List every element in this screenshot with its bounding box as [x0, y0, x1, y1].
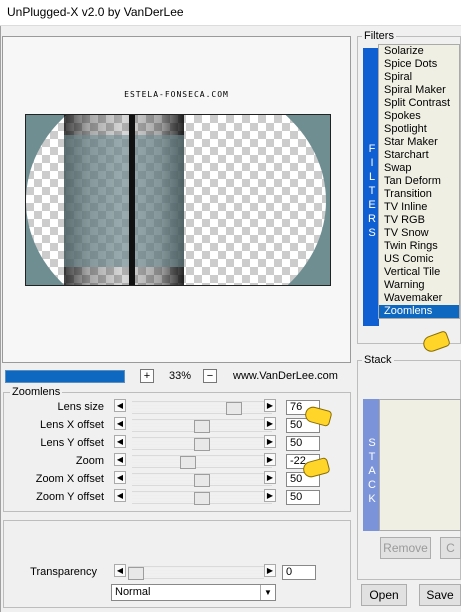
zoom-value: 33%: [169, 370, 192, 382]
filters-side-bar: FILTERS: [363, 48, 379, 326]
param-value[interactable]: 50: [286, 490, 320, 505]
c-button[interactable]: C: [440, 537, 461, 559]
filter-list-item[interactable]: TV Inline: [379, 201, 459, 214]
transparency-track[interactable]: [128, 566, 264, 580]
zoom-band-teal: [64, 135, 184, 267]
slider-right-arrow[interactable]: ▶: [264, 489, 276, 502]
params-group-title: Zoomlens: [10, 386, 63, 398]
filters-list[interactable]: Solarize Spice Dots Spiral Spiral Maker Spli…: [378, 44, 460, 319]
filter-list-item[interactable]: Spotlight: [379, 123, 459, 136]
slider-right-arrow[interactable]: ▶: [264, 453, 276, 466]
param-slider-track[interactable]: [132, 473, 272, 487]
slider-right-arrow[interactable]: ▶: [264, 417, 276, 430]
stack-list[interactable]: [379, 399, 461, 531]
param-row: Lens X offset ◀ ▶ 50: [4, 417, 344, 434]
filter-list-item[interactable]: Wavemaker: [379, 292, 459, 305]
slider-left-arrow[interactable]: ◀: [114, 489, 126, 502]
param-row: Lens Y offset ◀ ▶ 50: [4, 435, 344, 452]
site-link[interactable]: www.VanDerLee.com: [233, 370, 338, 382]
slider-left-arrow[interactable]: ◀: [114, 453, 126, 466]
filters-group-title: Filters: [362, 30, 396, 42]
param-slider-thumb[interactable]: [194, 420, 210, 433]
slider-left-arrow[interactable]: ◀: [114, 435, 126, 448]
filter-list-item[interactable]: TV RGB: [379, 214, 459, 227]
param-label: Zoom Y offset: [36, 491, 104, 503]
transparency-right-arrow[interactable]: ▶: [264, 564, 276, 577]
watermark-text: ESTELA-FONSECA.COM: [124, 90, 229, 99]
param-value[interactable]: 50: [286, 436, 320, 451]
transparency-label: Transparency: [30, 566, 97, 578]
zoom-row: + 33% − www.VanDerLee.com: [3, 368, 351, 388]
filter-list-item[interactable]: TV Snow: [379, 227, 459, 240]
filter-list-item[interactable]: Swap: [379, 162, 459, 175]
param-slider-track[interactable]: [132, 401, 272, 415]
zoom-in-button[interactable]: +: [140, 369, 154, 383]
save-button[interactable]: Save: [419, 584, 461, 606]
param-row: Zoom ◀ ▶ -22: [4, 453, 344, 470]
window-title: UnPlugged-X v2.0 by VanDerLee: [7, 5, 184, 19]
slider-right-arrow[interactable]: ▶: [264, 471, 276, 484]
filter-list-item[interactable]: Transition: [379, 188, 459, 201]
filter-list-item[interactable]: Vertical Tile: [379, 266, 459, 279]
title-bar: UnPlugged-X v2.0 by VanDerLee: [0, 0, 461, 26]
transparency-value[interactable]: 0: [282, 565, 316, 580]
param-slider-thumb[interactable]: [180, 456, 196, 469]
filter-list-item[interactable]: Tan Deform: [379, 175, 459, 188]
preview-panel: ESTELA-FONSECA.COM: [2, 36, 351, 363]
params-group: Zoomlens Lens size ◀ ▶ 76 Lens X offset ◀…: [3, 386, 351, 512]
slider-left-arrow[interactable]: ◀: [114, 399, 126, 412]
param-slider-thumb[interactable]: [194, 474, 210, 487]
param-slider-track[interactable]: [132, 419, 272, 433]
filter-list-item[interactable]: Zoomlens: [379, 305, 459, 318]
filter-list-item[interactable]: Solarize: [379, 45, 459, 58]
filter-list-item[interactable]: Starchart: [379, 149, 459, 162]
filter-list-item[interactable]: Spiral Maker: [379, 84, 459, 97]
slider-right-arrow[interactable]: ▶: [264, 399, 276, 412]
transparency-thumb[interactable]: [128, 567, 144, 580]
param-label: Lens size: [57, 401, 104, 413]
remove-button[interactable]: Remove: [380, 537, 431, 559]
filter-list-item[interactable]: Twin Rings: [379, 240, 459, 253]
transparency-group: Transparency ◀ ▶ 0 Normal ▼: [3, 520, 351, 608]
zoom-band-center: [129, 115, 135, 285]
slider-left-arrow[interactable]: ◀: [114, 417, 126, 430]
param-label: Zoom: [75, 455, 104, 467]
slider-left-arrow[interactable]: ◀: [114, 471, 126, 484]
filter-list-item[interactable]: Spokes: [379, 110, 459, 123]
blend-mode-select[interactable]: Normal ▼: [111, 584, 276, 601]
filter-list-item[interactable]: Star Maker: [379, 136, 459, 149]
param-label: Lens X offset: [39, 419, 104, 431]
param-slider-thumb[interactable]: [194, 492, 210, 505]
filter-list-item[interactable]: Spiral: [379, 71, 459, 84]
preview-image: [25, 114, 331, 286]
param-slider-track[interactable]: [132, 455, 272, 469]
param-row: Zoom Y offset ◀ ▶ 50: [4, 489, 344, 506]
filter-list-item[interactable]: Warning: [379, 279, 459, 292]
stack-side-bar: STACK: [363, 399, 379, 531]
transparency-left-arrow[interactable]: ◀: [114, 564, 126, 577]
slider-right-arrow[interactable]: ▶: [264, 435, 276, 448]
zoom-level-bar: [5, 370, 125, 383]
param-slider-thumb[interactable]: [226, 402, 242, 415]
stack-group-title: Stack: [362, 354, 394, 366]
zoom-out-button[interactable]: −: [203, 369, 217, 383]
param-row: Zoom X offset ◀ ▶ 50: [4, 471, 344, 488]
param-label: Lens Y offset: [40, 437, 104, 449]
chevron-down-icon[interactable]: ▼: [260, 585, 275, 600]
param-label: Zoom X offset: [35, 473, 104, 485]
filter-list-item[interactable]: Spice Dots: [379, 58, 459, 71]
param-slider-thumb[interactable]: [194, 438, 210, 451]
open-button[interactable]: Open: [361, 584, 407, 606]
param-slider-track[interactable]: [132, 491, 272, 505]
param-row: Lens size ◀ ▶ 76: [4, 399, 344, 416]
transparency-row: Transparency ◀ ▶ 0: [4, 564, 344, 581]
filter-list-item[interactable]: US Comic: [379, 253, 459, 266]
filter-list-item[interactable]: Split Contrast: [379, 97, 459, 110]
param-slider-track[interactable]: [132, 437, 272, 451]
blend-mode-value: Normal: [115, 586, 151, 598]
